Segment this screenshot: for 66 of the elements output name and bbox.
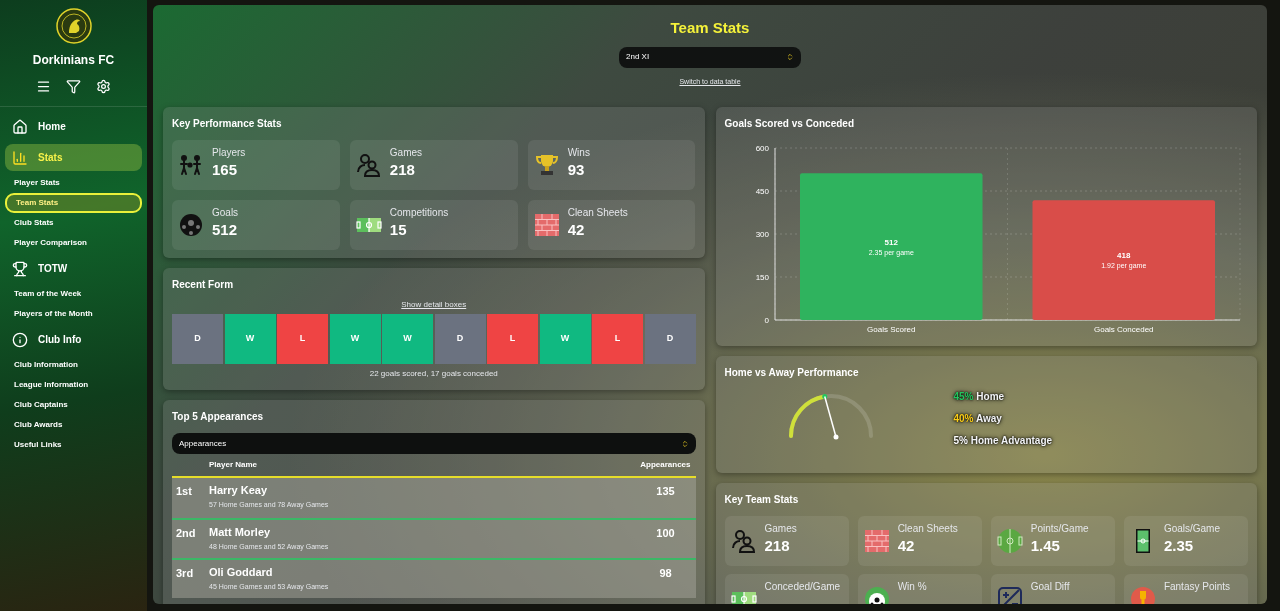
performance-line: 45% Home: [953, 390, 1006, 404]
stat-label: Conceded/Game: [764, 580, 841, 594]
y-tick-label: 300: [755, 230, 769, 239]
form-result: W: [329, 314, 381, 364]
stat-value: 218: [389, 160, 416, 180]
stat-label: Competitions: [389, 206, 449, 220]
stat-label: Players: [212, 146, 246, 160]
y-tick-label: 600: [755, 144, 769, 153]
performance-line: 40% Away: [953, 412, 1003, 426]
page-title: Team Stats: [670, 18, 750, 38]
stat-label: Points/Game: [1030, 522, 1089, 536]
card-title: Top 5 Appearances: [172, 410, 265, 424]
stat-label: Win %: [897, 580, 927, 594]
player-name: Harry Keay: [209, 483, 269, 497]
form-result: D: [434, 314, 486, 364]
card-title: Goals Scored vs Conceded: [724, 117, 855, 131]
stat-value: 42: [567, 220, 586, 240]
card-title: Key Team Stats: [724, 493, 800, 507]
card-title: Key Performance Stats: [172, 117, 283, 131]
form-result: W: [539, 314, 591, 364]
stat-label: Goal Diff: [1030, 580, 1070, 594]
stat-value: 42: [897, 536, 916, 556]
stat-value: 512: [212, 220, 239, 240]
y-tick-label: 450: [755, 187, 769, 196]
stat-label: Wins: [567, 146, 590, 160]
bar-value: 512: [884, 237, 898, 247]
form-summary: 22 goals scored, 17 goals conceded: [368, 368, 499, 380]
stat-label: Clean Sheets: [567, 206, 628, 220]
value-cell-text: 135: [655, 484, 676, 499]
player-name: Matt Morley: [209, 525, 272, 539]
card-title: Home vs Away Performance: [724, 366, 860, 380]
stat-value: 165: [212, 160, 239, 180]
stat-label: Games: [389, 146, 423, 160]
form-result: L: [592, 314, 643, 364]
stat-value: 2.35: [1163, 536, 1195, 556]
stat-value: 93: [567, 160, 586, 180]
stat-label: Goals/Game: [1163, 522, 1220, 536]
stat-label: Clean Sheets: [897, 522, 958, 536]
rank-cell-text: 2nd: [175, 526, 197, 541]
value-cell-text: 98: [658, 566, 673, 581]
stat-value: 1.45: [1030, 536, 1061, 556]
stat-value: 218: [764, 536, 791, 556]
x-axis-label: Goals Conceded: [1093, 325, 1154, 334]
form-result: D: [644, 314, 696, 364]
stat-label: Goals: [212, 206, 239, 220]
form-result: W: [224, 314, 276, 364]
stat-label: Fantasy Points: [1163, 580, 1231, 594]
rank-cell-text: 1st: [175, 484, 193, 499]
performance-line: 5% Home Advantage: [953, 434, 1053, 448]
y-tick-label: 0: [764, 316, 769, 325]
form-result: W: [382, 314, 433, 364]
value-cell-text: 100: [655, 526, 676, 541]
column-header: Player Name: [209, 459, 259, 471]
y-tick-label: 150: [755, 273, 769, 282]
form-result: L: [277, 314, 328, 364]
player-name: Oli Goddard: [209, 565, 274, 579]
bar-value: 418: [1116, 251, 1130, 261]
form-result: D: [172, 314, 223, 364]
x-axis-label: Goals Scored: [866, 325, 915, 334]
stat-value: 15: [389, 220, 408, 240]
rank-cell-text: 3rd: [175, 566, 195, 581]
form-result: L: [487, 314, 538, 364]
card-title: Recent Form: [172, 278, 235, 292]
club-name: Dorkinians FC: [32, 52, 115, 69]
column-header: Appearances: [640, 459, 692, 471]
stat-label: Games: [764, 522, 797, 536]
